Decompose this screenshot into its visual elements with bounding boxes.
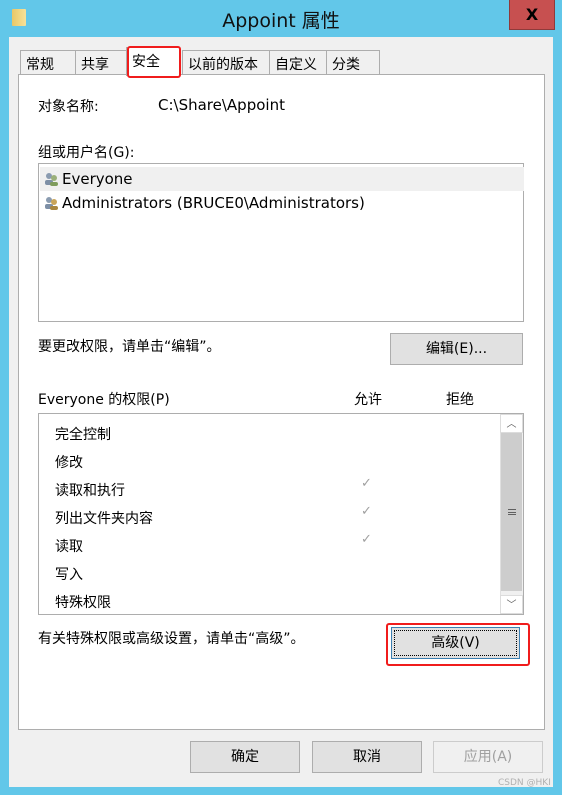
permissions-header: Everyone 的权限(P) <box>38 392 170 408</box>
permission-read: 读取 <box>55 539 83 555</box>
permission-modify: 修改 <box>55 455 83 471</box>
tab-customize[interactable]: 自定义 <box>269 50 327 75</box>
tab-previous-versions[interactable]: 以前的版本 <box>182 50 270 75</box>
permission-special: 特殊权限 <box>55 595 111 611</box>
permission-read-execute: 读取和执行 <box>55 483 125 499</box>
users-icon <box>45 173 58 186</box>
highlight-box-advanced <box>386 623 530 666</box>
window-title: Appoint 属性 <box>222 10 340 32</box>
close-button[interactable]: X <box>509 0 555 30</box>
permission-list-folder: 列出文件夹内容 <box>55 511 153 527</box>
edit-button[interactable]: 编辑(E)... <box>390 333 523 365</box>
object-name-label: 对象名称: <box>38 99 99 115</box>
deny-header: 拒绝 <box>446 392 474 408</box>
user-name: Administrators (BRUCE0\Administrators) <box>62 194 365 212</box>
highlight-box-tab <box>127 46 181 78</box>
allow-check-icon: ✓ <box>361 504 372 519</box>
scroll-up-icon[interactable]: ︿ <box>500 414 523 433</box>
permission-write: 写入 <box>55 567 83 583</box>
watermark: CSDN @HKI <box>498 778 551 788</box>
advanced-hint: 有关特殊权限或高级设置，请单击“高级”。 <box>38 631 305 647</box>
tab-classification[interactable]: 分类 <box>326 50 380 75</box>
tab-sharing[interactable]: 共享 <box>75 50 127 75</box>
allow-check-icon: ✓ <box>361 532 372 547</box>
allow-check-icon: ✓ <box>361 476 372 491</box>
scroll-down-icon[interactable]: ﹀ <box>500 595 523 614</box>
user-name: Everyone <box>62 170 133 188</box>
group-label: 组或用户名(G): <box>38 145 135 161</box>
user-list[interactable]: Everyone Administrators (BRUCE0\Administ… <box>38 163 524 322</box>
list-item-everyone[interactable]: Everyone <box>40 167 524 191</box>
cancel-button[interactable]: 取消 <box>312 741 422 773</box>
object-name-value: C:\Share\Appoint <box>158 96 285 114</box>
users-icon <box>45 197 58 210</box>
tab-general[interactable]: 常规 <box>20 50 76 75</box>
scrollbar-thumb[interactable] <box>501 433 522 591</box>
permissions-list: 完全控制 修改 读取和执行 ✓ 列出文件夹内容 ✓ 读取 ✓ 写入 特殊权限 <box>38 413 524 615</box>
ok-button[interactable]: 确定 <box>190 741 300 773</box>
list-item-administrators[interactable]: Administrators (BRUCE0\Administrators) <box>40 191 524 215</box>
permission-full-control: 完全控制 <box>55 427 111 443</box>
allow-header: 允许 <box>354 392 382 408</box>
edit-hint: 要更改权限，请单击“编辑”。 <box>38 339 221 355</box>
apply-button[interactable]: 应用(A) <box>433 741 543 773</box>
